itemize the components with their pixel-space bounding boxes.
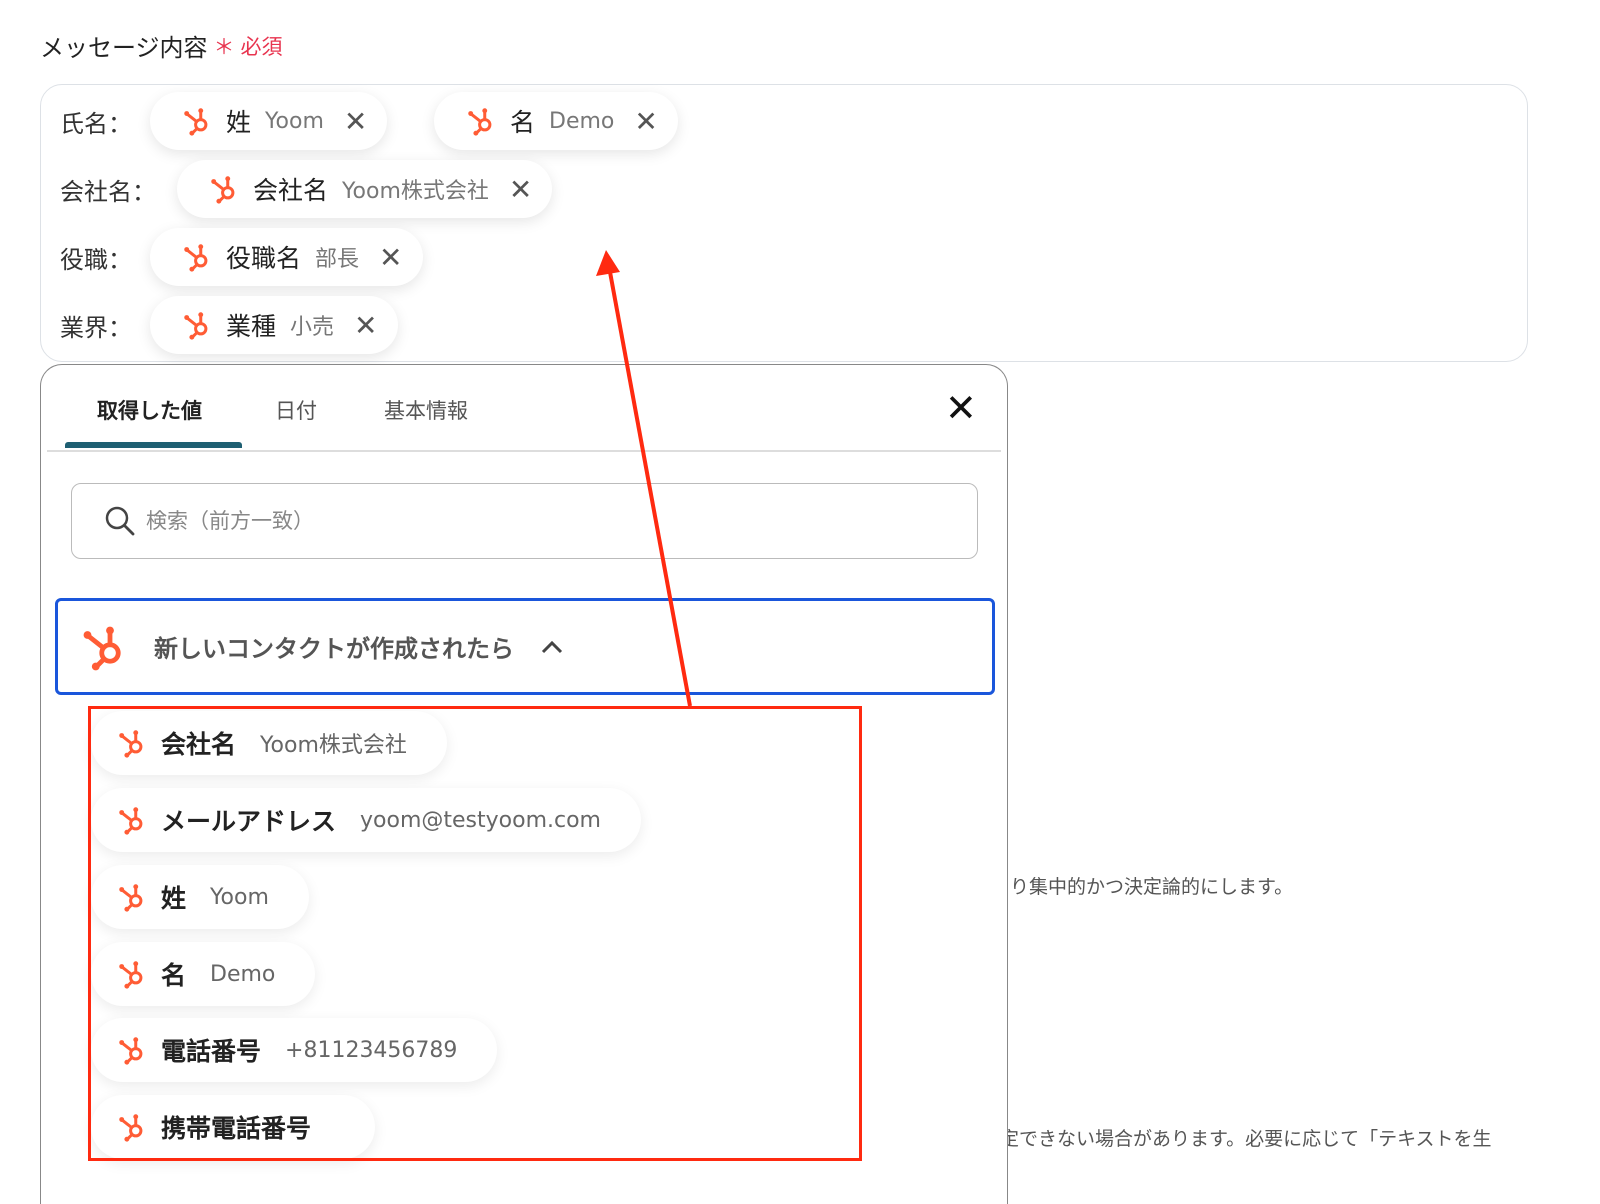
annotation-arrow <box>596 250 692 707</box>
